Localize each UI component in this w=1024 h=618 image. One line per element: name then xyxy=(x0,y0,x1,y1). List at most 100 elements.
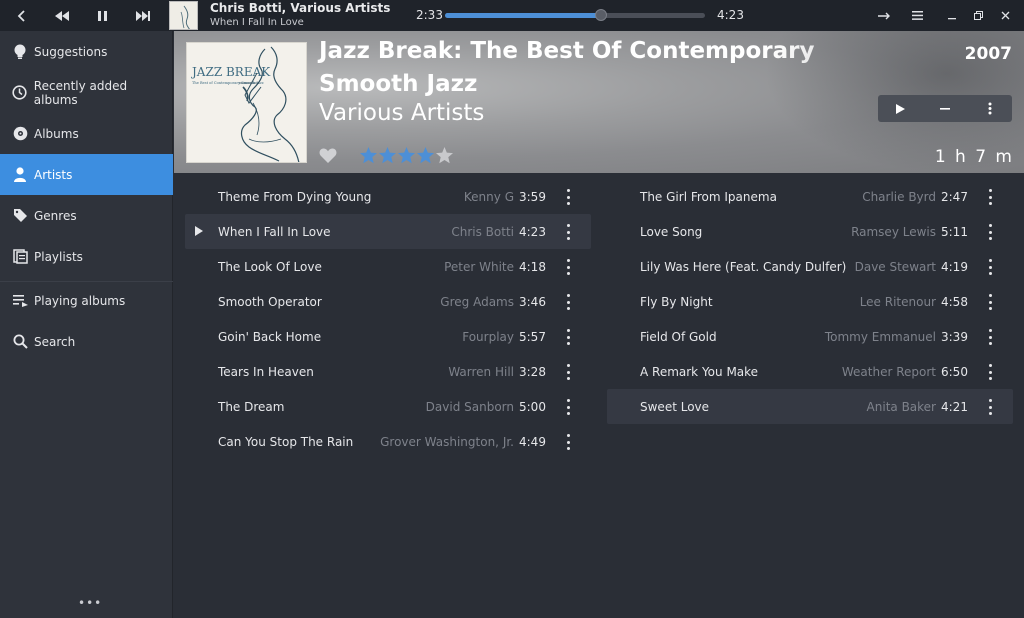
track-more-icon[interactable] xyxy=(565,329,571,345)
track-duration: 4:23 xyxy=(519,224,546,239)
sidebar-more-button[interactable]: ••• xyxy=(78,596,102,610)
star-empty-icon[interactable] xyxy=(435,146,454,165)
arrow-right-icon xyxy=(877,12,890,19)
cover-title-text: JAZZ BREAK xyxy=(190,65,271,79)
sidebar-item-suggestions[interactable]: Suggestions xyxy=(0,31,173,72)
track-more-icon[interactable] xyxy=(565,434,571,450)
track-title: Sweet Love xyxy=(640,399,710,414)
track-duration: 5:11 xyxy=(941,224,968,239)
sidebar-item-label: Playlists xyxy=(34,249,83,264)
track-more-icon[interactable] xyxy=(987,294,993,310)
track-more-icon[interactable] xyxy=(987,364,993,380)
search-icon xyxy=(12,334,28,350)
sidebar: Suggestions Recently added albums Albums… xyxy=(0,31,173,618)
sidebar-item-albums[interactable]: Albums xyxy=(0,113,173,154)
track-more-icon[interactable] xyxy=(987,259,993,275)
album-artist[interactable]: Various Artists xyxy=(319,100,484,126)
lightbulb-icon xyxy=(12,44,28,60)
track-title: Smooth Operator xyxy=(218,294,322,309)
pause-button[interactable] xyxy=(87,0,117,31)
star-filled-icon[interactable] xyxy=(359,146,378,165)
sidebar-item-playing-albums[interactable]: Playing albums xyxy=(0,280,173,321)
star-filled-icon[interactable] xyxy=(416,146,435,165)
sidebar-item-artists[interactable]: Artists xyxy=(0,154,173,195)
menu-button[interactable] xyxy=(902,0,932,31)
restore-icon xyxy=(973,11,983,20)
play-album-button[interactable] xyxy=(878,95,923,122)
favorite-button[interactable] xyxy=(319,148,337,168)
album-more-button[interactable] xyxy=(967,95,1012,122)
track-more-icon[interactable] xyxy=(987,189,993,205)
rating-stars[interactable] xyxy=(359,146,454,165)
elapsed-time: 2:33 xyxy=(416,8,443,22)
playlist-icon xyxy=(12,249,28,265)
sidebar-item-search[interactable]: Search xyxy=(0,321,173,362)
track-row[interactable]: When I Fall In Love Chris Botti 4:23 xyxy=(185,214,591,249)
person-icon xyxy=(12,167,28,183)
minimize-icon xyxy=(948,17,956,19)
track-title: The Look Of Love xyxy=(218,259,322,274)
track-title: When I Fall In Love xyxy=(218,224,331,239)
track-artist: Greg Adams xyxy=(440,294,514,309)
sidebar-item-genres[interactable]: Genres xyxy=(0,195,173,236)
sidebar-item-label: Artists xyxy=(34,167,73,182)
seek-slider[interactable] xyxy=(445,9,705,21)
track-more-icon[interactable] xyxy=(565,294,571,310)
track-row[interactable]: Smooth Operator Greg Adams 3:46 xyxy=(185,284,591,319)
star-filled-icon[interactable] xyxy=(397,146,416,165)
close-icon xyxy=(1001,11,1009,20)
seek-slider-handle[interactable] xyxy=(595,9,607,21)
track-row[interactable]: Field Of Gold Tommy Emmanuel 3:39 xyxy=(607,319,1013,354)
close-button[interactable] xyxy=(990,0,1020,31)
track-row[interactable]: The Look Of Love Peter White 4:18 xyxy=(185,249,591,284)
track-duration: 6:50 xyxy=(941,364,968,379)
play-icon xyxy=(895,103,905,114)
track-row[interactable]: Sweet Love Anita Baker 4:21 xyxy=(607,389,1013,424)
track-row[interactable]: The Dream David Sanborn 5:00 xyxy=(185,389,591,424)
star-filled-icon[interactable] xyxy=(378,146,397,165)
track-list-left: Theme From Dying Young Kenny G 3:59 When I … xyxy=(185,179,591,459)
seek-slider-fill xyxy=(445,13,601,18)
track-row[interactable]: Lily Was Here (Feat. Candy Dulfer) Dave S… xyxy=(607,249,1013,284)
track-row[interactable]: Goin' Back Home Fourplay 5:57 xyxy=(185,319,591,354)
track-more-icon[interactable] xyxy=(565,364,571,380)
sidebar-item-label: Playing albums xyxy=(34,293,126,308)
sidebar-item-label: Recently added albums xyxy=(33,78,128,107)
track-duration: 4:19 xyxy=(941,259,968,274)
track-more-icon[interactable] xyxy=(565,399,571,415)
track-more-icon[interactable] xyxy=(987,399,993,415)
track-more-icon[interactable] xyxy=(565,259,571,275)
shuffle-button[interactable] xyxy=(869,0,899,31)
track-title: The Dream xyxy=(218,399,285,414)
track-row[interactable]: Fly By Night Lee Ritenour 4:58 xyxy=(607,284,1013,319)
total-time: 4:23 xyxy=(717,8,744,22)
track-row[interactable]: Love Song Ramsey Lewis 5:11 xyxy=(607,214,1013,249)
track-row[interactable]: Tears In Heaven Warren Hill 3:28 xyxy=(185,354,591,389)
track-more-icon[interactable] xyxy=(565,189,571,205)
remove-album-button[interactable] xyxy=(923,95,968,122)
track-artist: Chris Botti xyxy=(451,224,514,239)
sidebar-item-playlists[interactable]: Playlists xyxy=(0,236,173,277)
back-button[interactable] xyxy=(7,0,37,31)
tag-icon xyxy=(12,208,28,224)
track-more-icon[interactable] xyxy=(565,224,571,240)
track-duration: 2:47 xyxy=(941,189,968,204)
album-controls xyxy=(878,95,1012,122)
track-row[interactable]: The Girl From Ipanema Charlie Byrd 2:47 xyxy=(607,179,1013,214)
next-track-button[interactable] xyxy=(128,0,158,31)
track-row[interactable]: A Remark You Make Weather Report 6:50 xyxy=(607,354,1013,389)
album-art-thumbnail xyxy=(170,2,197,29)
track-duration: 3:39 xyxy=(941,329,968,344)
track-row[interactable]: Can You Stop The Rain Grover Washington, … xyxy=(185,424,591,459)
previous-track-button[interactable] xyxy=(47,0,77,31)
track-artist: Dave Stewart xyxy=(854,259,936,274)
track-more-icon[interactable] xyxy=(987,329,993,345)
track-row[interactable]: Theme From Dying Young Kenny G 3:59 xyxy=(185,179,591,214)
track-duration: 4:21 xyxy=(941,399,968,414)
track-title: Can You Stop The Rain xyxy=(218,434,354,449)
track-more-icon[interactable] xyxy=(987,224,993,240)
sidebar-item-recently-added[interactable]: Recently added albums xyxy=(0,72,173,113)
maximize-button[interactable] xyxy=(963,0,993,31)
now-playing-cover[interactable] xyxy=(169,1,198,30)
clock-icon xyxy=(12,85,28,101)
